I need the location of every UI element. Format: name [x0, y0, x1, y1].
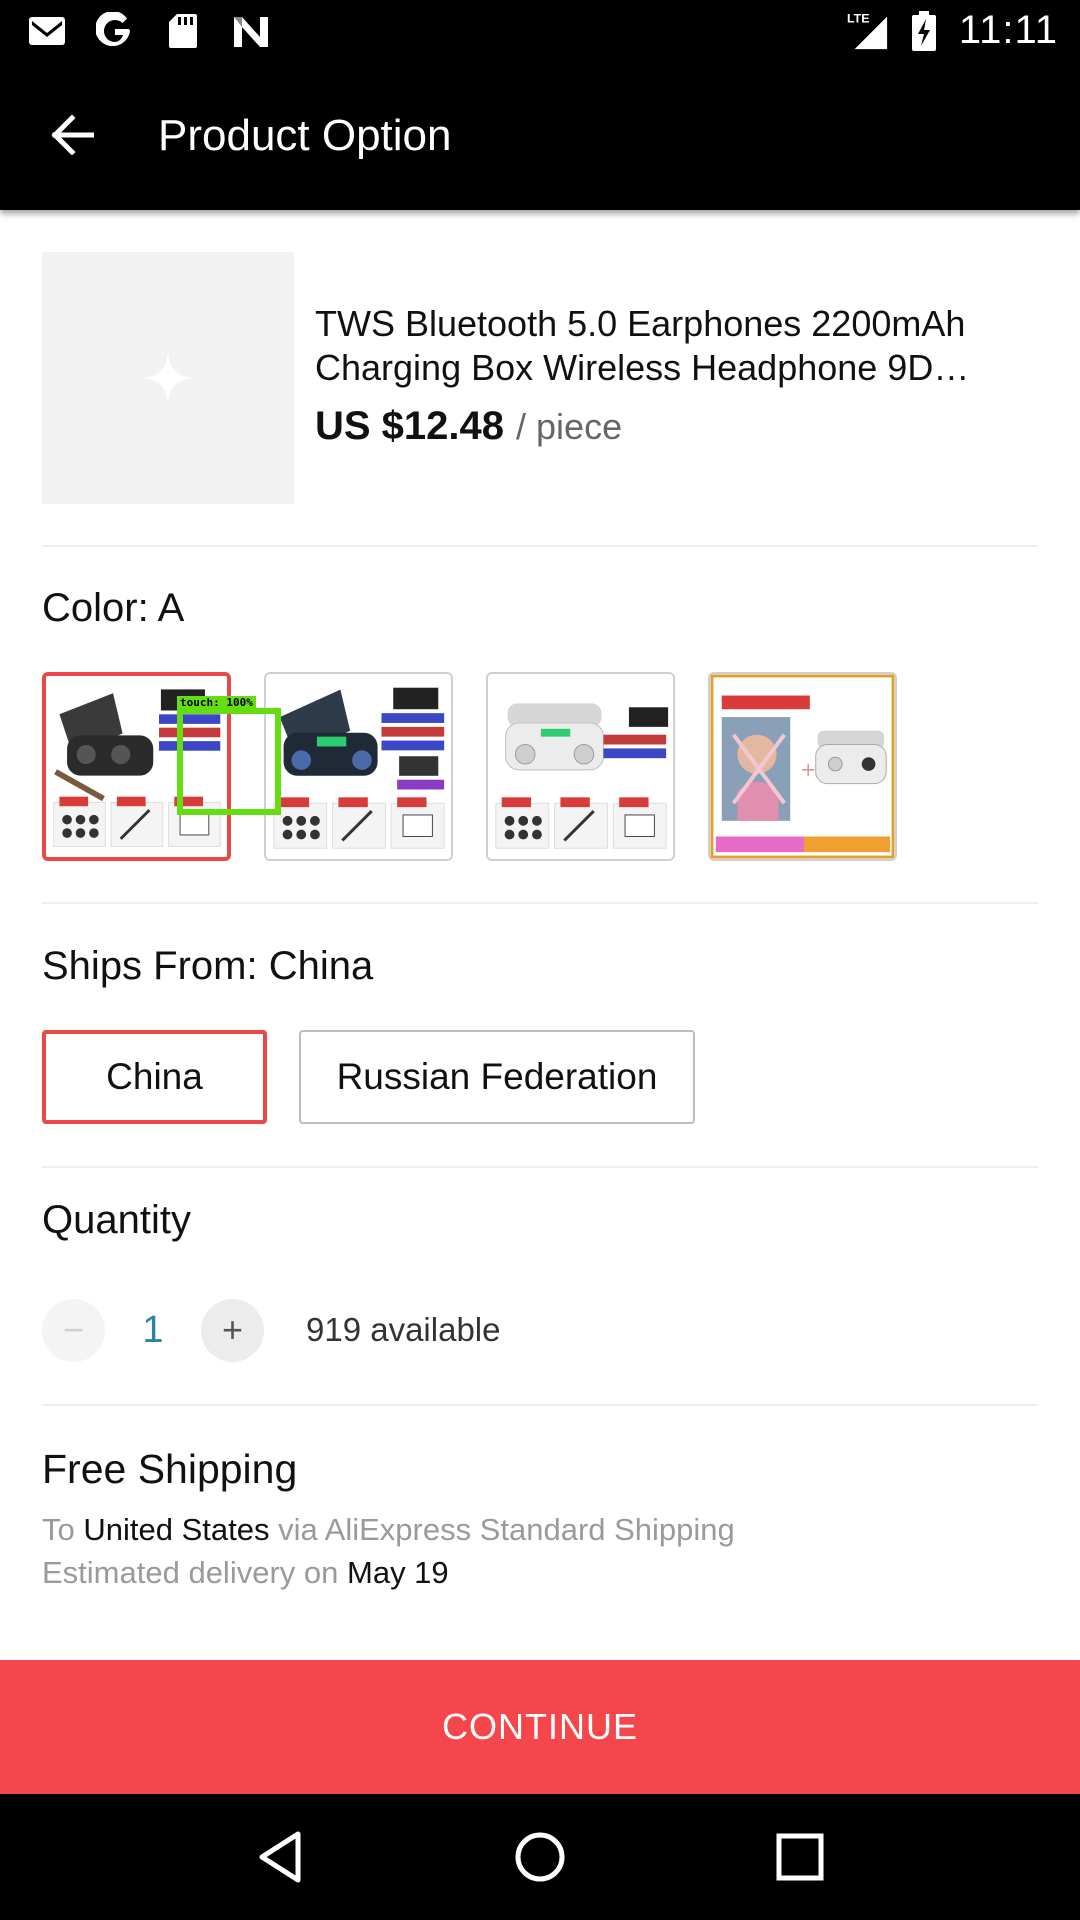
shipping-title: Free Shipping: [42, 1446, 298, 1492]
quantity-increase-button[interactable]: +: [201, 1298, 264, 1362]
product-price-row: US $12.48 / piece: [315, 404, 622, 449]
signal-icon: LTE: [847, 10, 889, 52]
shipping-eta-date: May 19: [347, 1555, 449, 1590]
touch-indicator: [177, 708, 281, 815]
stock-available: 919 available: [306, 1311, 501, 1348]
system-nav-bar: [0, 1794, 1080, 1920]
quantity-decrease-button[interactable]: −: [42, 1298, 105, 1362]
page-title: Product Option: [158, 111, 452, 160]
color-option-d[interactable]: +: [708, 672, 897, 861]
status-bar: LTE 11:11: [0, 0, 1080, 63]
shipping-eta-line: Estimated delivery on May 19: [42, 1555, 449, 1591]
battery-charging-icon: [903, 10, 945, 52]
quantity-stepper: − 1 + 919 available: [42, 1298, 501, 1362]
touch-indicator-label: touch: 100%: [177, 696, 256, 709]
ships-from-options: China Russian Federation: [42, 1030, 695, 1124]
quantity-value: 1: [142, 1308, 164, 1351]
divider: [42, 1404, 1038, 1406]
color-swatches: +: [42, 672, 897, 861]
product-title: TWS Bluetooth 5.0 Earphones 2200mAh Char…: [315, 303, 966, 388]
n-app-icon: [230, 10, 272, 52]
sd-card-icon: [162, 10, 204, 52]
color-option-b[interactable]: [264, 672, 453, 861]
square-recents-icon: [776, 1833, 824, 1881]
ships-from-china-option[interactable]: China: [42, 1030, 267, 1124]
nav-home-button[interactable]: [505, 1822, 575, 1892]
sparkle-placeholder-icon: [142, 352, 194, 404]
network-type-label: LTE: [847, 11, 869, 25]
status-clock: 11:11: [958, 8, 1058, 52]
earbuds-product-thumbnail: [266, 674, 451, 859]
product-price: US $12.48: [315, 404, 505, 448]
shipping-eta-prefix: Estimated delivery on: [42, 1555, 339, 1590]
divider: [42, 902, 1038, 904]
divider: [42, 545, 1038, 547]
shipping-to-prefix: To: [42, 1512, 75, 1547]
earbuds-product-thumbnail: [488, 674, 673, 859]
google-icon: [94, 10, 136, 52]
shipping-destination-line: To United States via AliExpress Standard…: [42, 1512, 735, 1548]
app-bar: Product Option: [0, 63, 1080, 210]
gmail-icon: [26, 10, 68, 52]
price-unit: / piece: [516, 406, 623, 447]
shipping-method: via AliExpress Standard Shipping: [278, 1512, 735, 1547]
ships-from-label: Ships From: China: [42, 944, 374, 988]
continue-button[interactable]: CONTINUE: [0, 1660, 1080, 1794]
color-label: Color: A: [42, 586, 185, 630]
triangle-back-icon: [259, 1831, 301, 1883]
color-option-c[interactable]: [486, 672, 675, 861]
arrow-left-icon: [51, 115, 94, 155]
divider: [42, 1166, 1038, 1168]
product-image[interactable]: [42, 252, 294, 504]
svg-text:+: +: [800, 758, 816, 781]
shipping-destination: United States: [83, 1512, 270, 1547]
circle-home-icon: [515, 1832, 565, 1882]
ships-from-russia-option[interactable]: Russian Federation: [299, 1030, 695, 1124]
nav-recents-button[interactable]: [765, 1822, 835, 1892]
back-button[interactable]: [44, 107, 100, 163]
earbuds-product-thumbnail: +: [710, 674, 895, 859]
nav-back-button[interactable]: [245, 1822, 315, 1892]
quantity-label: Quantity: [42, 1198, 191, 1242]
